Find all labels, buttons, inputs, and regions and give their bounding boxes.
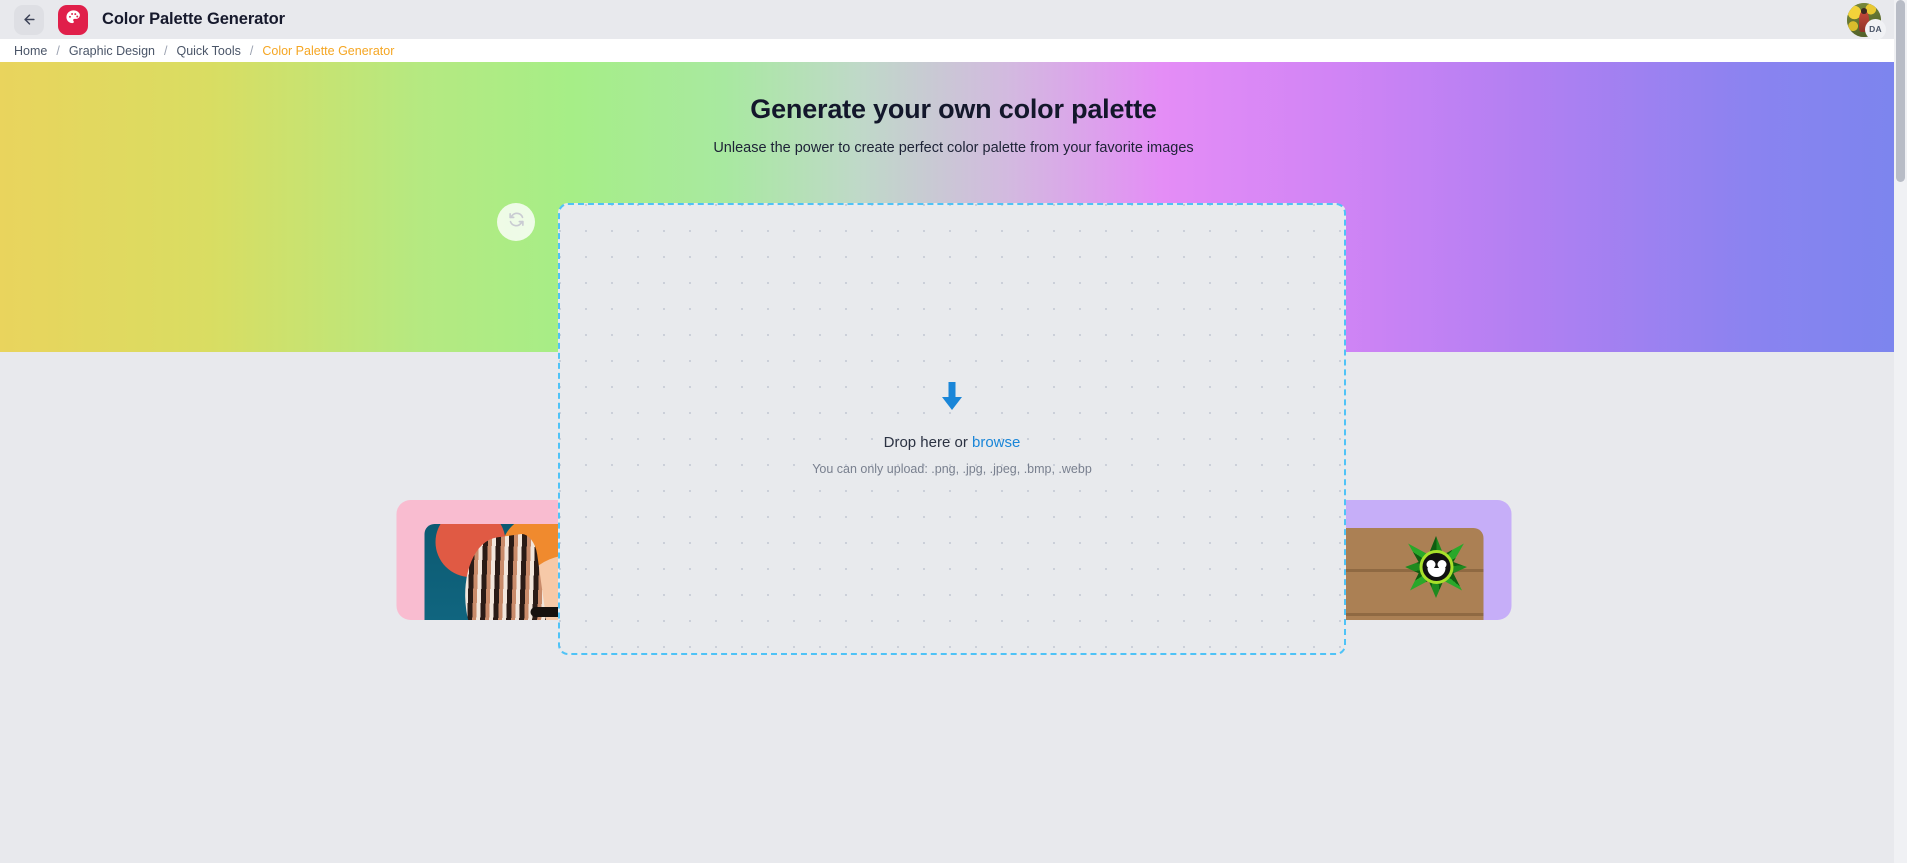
scrollbar-thumb[interactable]: [1896, 0, 1905, 182]
browse-link[interactable]: browse: [972, 434, 1020, 451]
refresh-button[interactable]: [497, 203, 535, 241]
back-button[interactable]: [14, 4, 44, 35]
avatar[interactable]: DA: [1847, 2, 1886, 40]
refresh-icon: [508, 211, 525, 233]
breadcrumb-item-current: Color Palette Generator: [262, 43, 395, 58]
color-palette-icon: [65, 9, 82, 31]
dropzone-format-hint: You can only upload: .png, .jpg, .jpeg, …: [812, 462, 1092, 476]
file-dropzone[interactable]: Drop here or browse You can only upload:…: [558, 203, 1346, 655]
app-title: Color Palette Generator: [102, 10, 285, 28]
arrow-left-icon: [22, 12, 37, 27]
dropzone-prompt-text: Drop here or: [883, 434, 972, 451]
top-bar-right: DA: [1847, 2, 1897, 40]
breadcrumb-item-quick-tools[interactable]: Quick Tools: [176, 44, 240, 58]
cartoon-plant-icon: [1405, 536, 1467, 598]
top-bar: Color Palette Generator DA: [0, 0, 1907, 40]
avatar-initials-badge: DA: [1865, 18, 1886, 40]
breadcrumb-separator: /: [163, 43, 168, 58]
page-subtitle: Unlease the power to create perfect colo…: [713, 140, 1194, 156]
arrow-down-icon: [940, 382, 964, 417]
breadcrumb-separator: /: [249, 43, 254, 58]
breadcrumb: Home / Graphic Design / Quick Tools / Co…: [0, 39, 1907, 62]
page-title: Generate your own color palette: [750, 94, 1157, 124]
dropzone-prompt: Drop here or browse: [884, 434, 1021, 451]
page-scrollbar[interactable]: [1894, 0, 1907, 863]
breadcrumb-separator: /: [56, 43, 60, 58]
breadcrumb-item-graphic-design[interactable]: Graphic Design: [69, 44, 155, 58]
breadcrumb-item-home[interactable]: Home: [14, 44, 47, 58]
app-logo: [58, 4, 88, 35]
